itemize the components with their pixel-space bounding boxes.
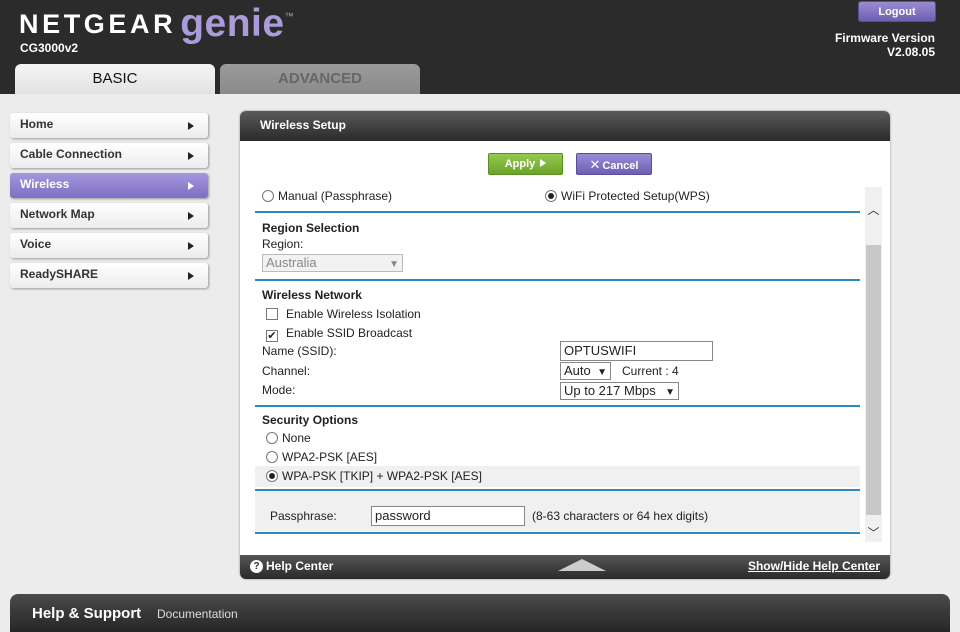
settings-scroll-area: Manual (Passphrase) WiFi Protected Setup…	[247, 187, 865, 542]
model-name: CG3000v2	[20, 41, 79, 55]
current-channel: Current : 4	[622, 364, 679, 378]
wireless-isolation-label: Enable Wireless Isolation	[286, 307, 421, 321]
tab-basic[interactable]: BASIC	[15, 64, 215, 94]
tab-advanced[interactable]: ADVANCED	[220, 64, 420, 94]
chevron-right-icon	[188, 242, 194, 250]
wpa2-label: WPA2-PSK [AES]	[282, 450, 378, 464]
expand-arrow-icon[interactable]	[558, 559, 606, 571]
play-arrow-icon	[540, 159, 547, 167]
help-support-title: Help & Support	[32, 605, 142, 622]
region-value: Australia	[266, 255, 317, 270]
scroll-down-icon[interactable]: ﹀	[865, 524, 882, 540]
close-icon: ✕	[589, 157, 601, 172]
help-center-link[interactable]: Help Center	[266, 559, 333, 573]
region-select: Australia ▼	[262, 254, 403, 272]
chevron-right-icon	[188, 212, 194, 220]
wpa2-radio[interactable]	[266, 451, 278, 463]
section-divider	[255, 532, 860, 534]
product-text: genie	[180, 2, 285, 45]
panel-title: Wireless Setup	[240, 111, 890, 141]
security-none-option[interactable]: None	[266, 431, 311, 445]
logout-button[interactable]: Logout	[858, 1, 936, 22]
ssid-input[interactable]: OPTUSWIFI	[560, 341, 713, 361]
vertical-scrollbar[interactable]: ︿ ﹀	[865, 187, 882, 542]
none-radio[interactable]	[266, 432, 278, 444]
security-wpa-mixed-option[interactable]: WPA-PSK [TKIP] + WPA2-PSK [AES]	[266, 469, 482, 483]
cancel-label: Cancel	[602, 160, 639, 172]
documentation-link[interactable]: Documentation	[157, 607, 238, 621]
sidebar-item-label: Wireless	[20, 177, 70, 191]
scroll-up-icon[interactable]: ︿	[865, 201, 882, 217]
footer: Help & Support Documentation	[10, 594, 950, 632]
ssid-label: Name (SSID):	[262, 344, 337, 358]
mode-label: Mode:	[262, 383, 296, 397]
wireless-network-title: Wireless Network	[262, 288, 362, 302]
ssid-broadcast-label: Enable SSID Broadcast	[286, 326, 413, 340]
security-wpa2-option[interactable]: WPA2-PSK [AES]	[266, 450, 377, 464]
sidebar-item-label: Voice	[20, 237, 52, 251]
wpa-mixed-label: WPA-PSK [TKIP] + WPA2-PSK [AES]	[282, 469, 482, 483]
sidebar-item-home[interactable]: Home	[10, 113, 208, 138]
wireless-setup-panel: Wireless Setup Apply ✕ Cancel Manual (Pas…	[240, 111, 890, 579]
mode-value: Up to 217 Mbps	[564, 383, 656, 398]
show-hide-help-link[interactable]: Show/Hide Help Center	[748, 559, 880, 573]
sidebar-item-label: Cable Connection	[20, 147, 123, 161]
wpa-mixed-radio[interactable]	[266, 470, 278, 482]
section-divider	[255, 405, 860, 407]
sidebar-item-label: Home	[20, 117, 54, 131]
sidebar-item-label: Network Map	[20, 207, 95, 221]
section-divider	[255, 279, 860, 281]
mode-select[interactable]: Up to 217 Mbps ▼	[560, 382, 679, 400]
apply-label: Apply	[504, 158, 536, 170]
chevron-right-icon	[188, 122, 194, 130]
sidebar-item-network-map[interactable]: Network Map	[10, 203, 208, 228]
sidebar-item-cable-connection[interactable]: Cable Connection	[10, 143, 208, 168]
security-options-title: Security Options	[262, 413, 359, 427]
sidebar-item-readyshare[interactable]: ReadySHARE	[10, 263, 208, 288]
ssid-broadcast-row[interactable]: ✔ Enable SSID Broadcast	[266, 326, 412, 342]
section-divider	[255, 211, 860, 213]
none-label: None	[282, 431, 311, 445]
channel-select[interactable]: Auto ▼	[560, 362, 611, 380]
chevron-down-icon: ▼	[389, 259, 399, 270]
wps-label: WiFi Protected Setup(WPS)	[561, 189, 710, 203]
chevron-right-icon	[188, 272, 194, 280]
scroll-thumb[interactable]	[866, 245, 881, 515]
sidebar-menu: Home Cable Connection Wireless Network M…	[10, 113, 208, 293]
region-section-title: Region Selection	[262, 221, 360, 235]
sidebar-item-voice[interactable]: Voice	[10, 233, 208, 258]
chevron-right-icon	[188, 182, 194, 190]
channel-value: Auto	[564, 363, 591, 378]
setup-mode-wps[interactable]: WiFi Protected Setup(WPS)	[545, 189, 710, 203]
manual-label: Manual (Passphrase)	[278, 189, 393, 203]
sidebar-item-label: ReadySHARE	[20, 267, 99, 281]
manual-radio[interactable]	[262, 190, 274, 202]
ssid-broadcast-checkbox[interactable]: ✔	[266, 330, 278, 342]
channel-label: Channel:	[262, 364, 311, 378]
sidebar-item-wireless[interactable]: Wireless	[10, 173, 208, 198]
passphrase-label: Passphrase:	[270, 509, 337, 523]
netgear-genie-logo: NETGEAR genie™	[19, 2, 294, 46]
apply-button[interactable]: Apply	[488, 153, 563, 175]
passphrase-input[interactable]: password	[371, 506, 525, 526]
passphrase-hint: (8-63 characters or 64 hex digits)	[532, 509, 709, 523]
chevron-down-icon: ▼	[665, 387, 675, 398]
brand-text: NETGEAR	[19, 9, 177, 39]
help-icon[interactable]: ?	[250, 560, 263, 573]
header: NETGEAR genie™ CG3000v2 Logout Firmware V…	[0, 0, 960, 94]
chevron-right-icon	[188, 152, 194, 160]
wps-radio[interactable]	[545, 190, 557, 202]
setup-mode-manual[interactable]: Manual (Passphrase)	[262, 189, 392, 203]
chevron-down-icon: ▼	[597, 367, 607, 378]
firmware-label: Firmware Version	[834, 31, 935, 45]
cancel-button[interactable]: ✕ Cancel	[576, 153, 652, 175]
trademark-mark: ™	[284, 11, 294, 21]
wireless-isolation-row[interactable]: Enable Wireless Isolation	[266, 307, 421, 321]
help-center-bar: ? Help Center Show/Hide Help Center	[240, 555, 890, 579]
wireless-isolation-checkbox[interactable]	[266, 308, 278, 320]
region-label: Region:	[262, 237, 304, 251]
firmware-version: V2.08.05	[886, 45, 935, 59]
